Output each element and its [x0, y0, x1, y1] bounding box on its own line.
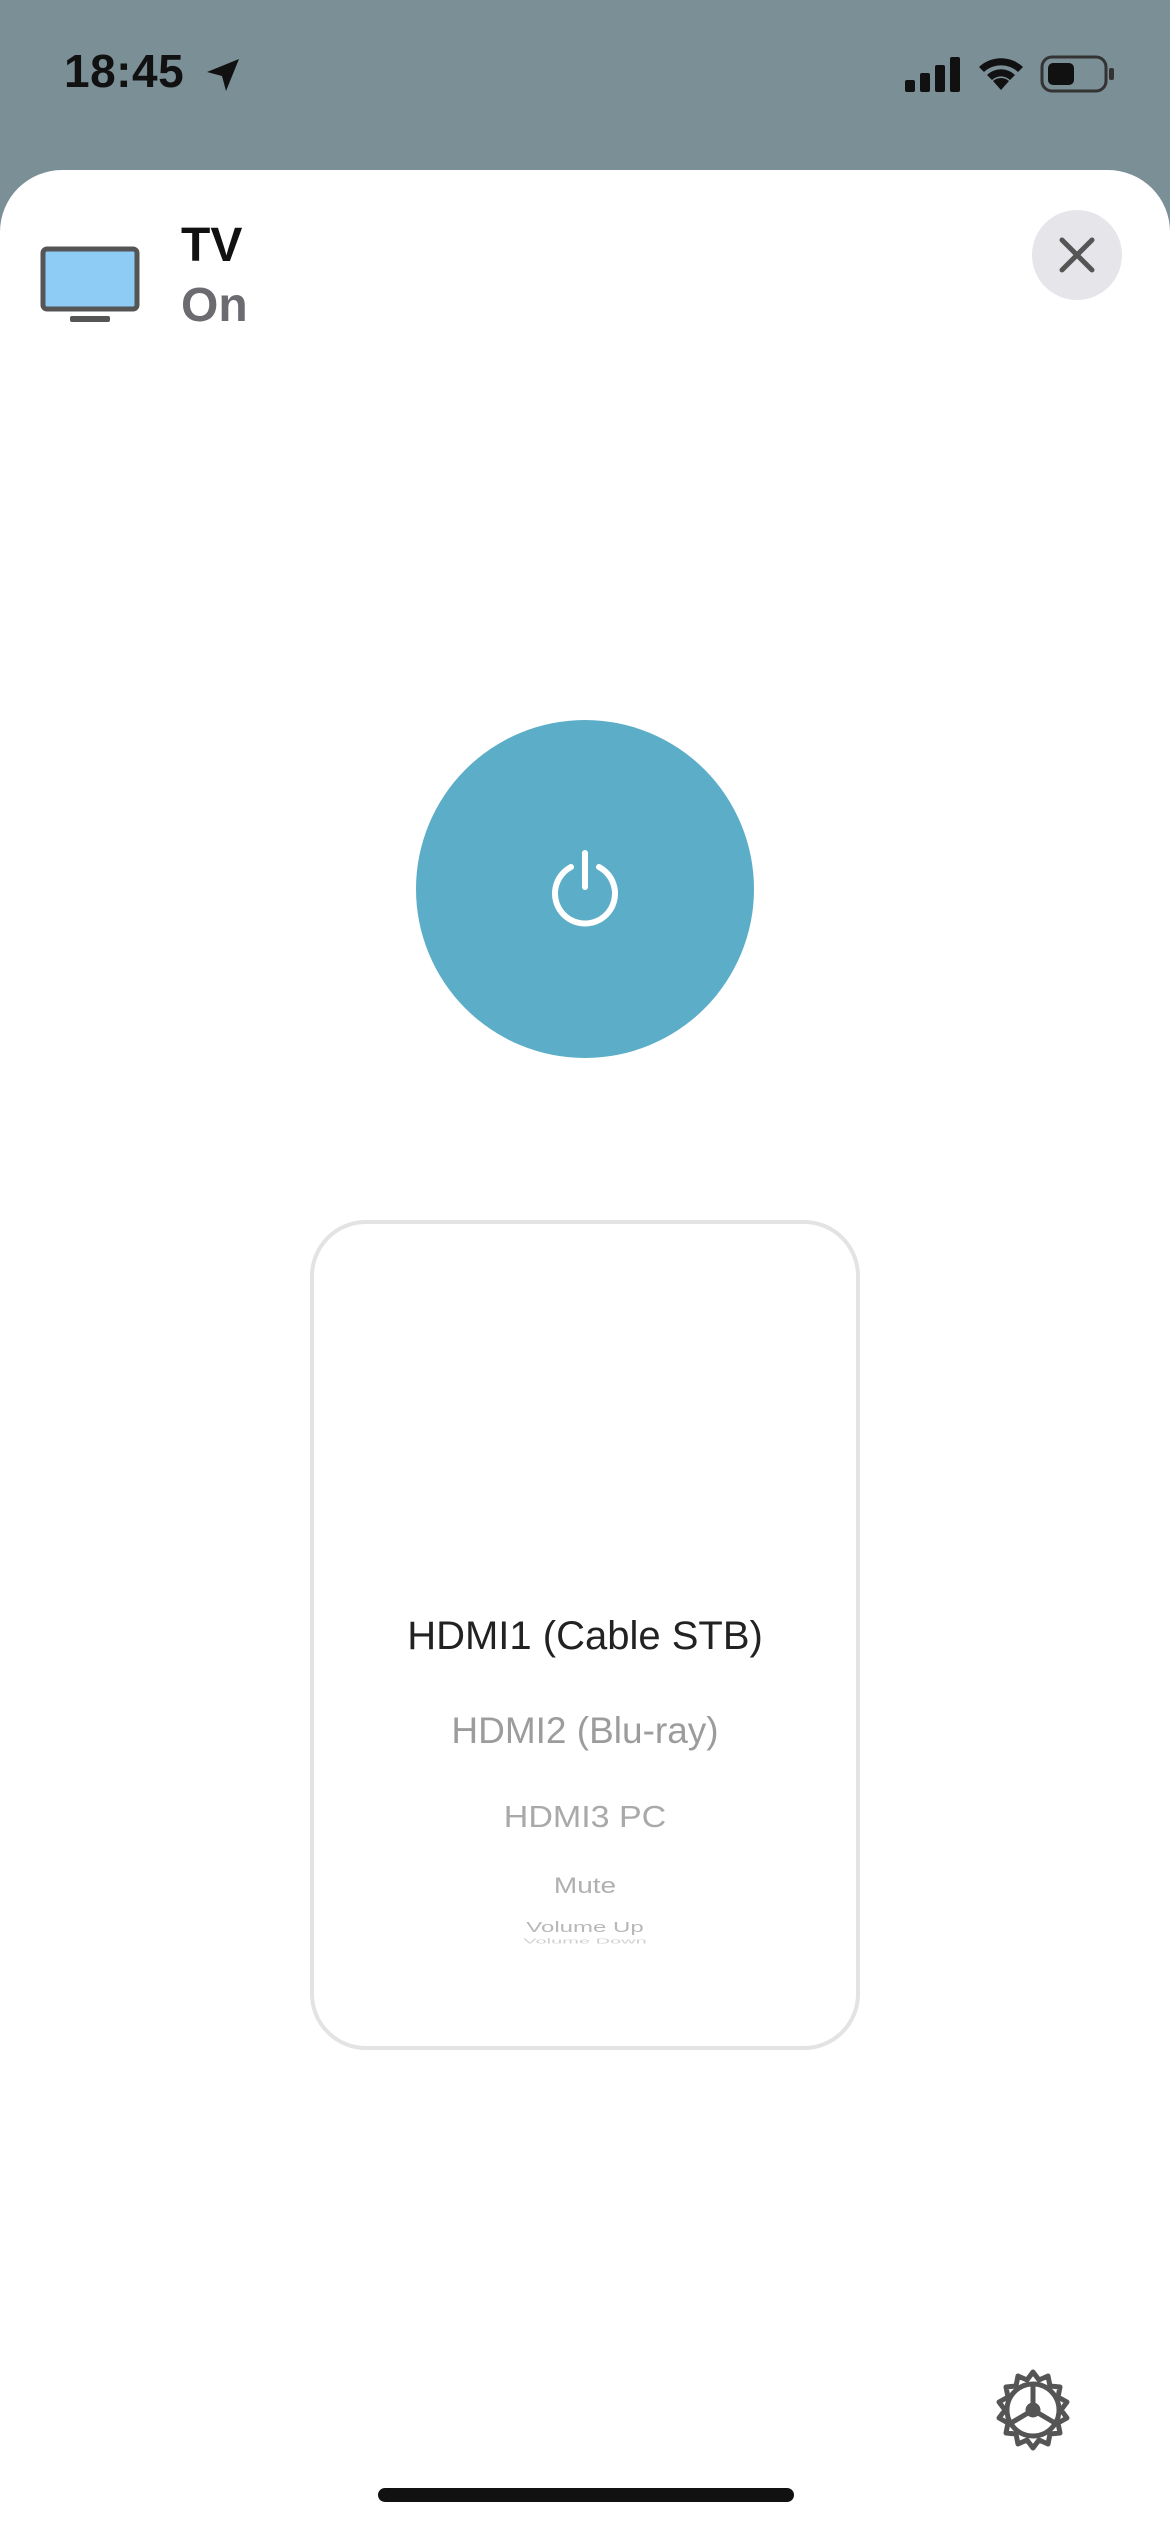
status-time: 18:45 — [64, 45, 185, 97]
cellular-signal-icon — [905, 57, 960, 92]
battery-icon — [1040, 55, 1114, 93]
home-indicator[interactable] — [378, 2488, 794, 2502]
settings-button[interactable] — [988, 2366, 1078, 2456]
status-bar: 18:45 — [0, 0, 1170, 170]
location-arrow-icon — [207, 59, 239, 91]
device-status: On — [181, 279, 248, 332]
input-picker[interactable]: HDMI1 (Cable STB) HDMI2 (Blu-ray) HDMI3 … — [310, 1220, 860, 2050]
picker-option[interactable]: Volume Up — [314, 1920, 856, 1937]
power-button[interactable] — [416, 720, 754, 1058]
device-control-sheet: TV On HDMI1 (Cable STB) HDMI2 (Blu-ray) … — [0, 170, 1170, 2532]
close-button[interactable] — [1032, 210, 1122, 300]
picker-option[interactable]: Mute — [314, 1873, 856, 1899]
picker-option-selected[interactable]: HDMI1 (Cable STB) — [314, 1614, 856, 1659]
wifi-icon — [979, 58, 1023, 90]
tv-icon — [40, 246, 140, 322]
power-icon — [552, 850, 618, 927]
picker-option[interactable]: HDMI2 (Blu-ray) — [314, 1710, 856, 1752]
device-name: TV — [181, 219, 243, 272]
picker-option[interactable]: Volume Down — [314, 1937, 856, 1945]
close-icon — [1059, 237, 1095, 273]
gear-icon — [996, 2369, 1070, 2451]
picker-option[interactable]: HDMI3 PC — [314, 1800, 856, 1835]
